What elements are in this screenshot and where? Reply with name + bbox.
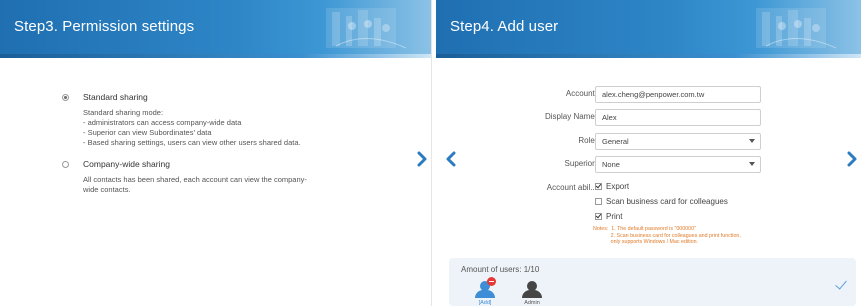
superior-select[interactable]: None: [595, 156, 761, 173]
print-label: Print: [606, 212, 623, 221]
users-panel: Amount of users: 1/10 [Add] Admin: [449, 258, 856, 306]
standard-sharing-description: Standard sharing mode: - administrators …: [83, 108, 301, 148]
admin-user-label: Admin: [524, 300, 540, 306]
step3-title: Step3. Permission settings: [14, 18, 195, 35]
export-checkbox[interactable]: [595, 183, 602, 190]
superior-row: Superior: None: [436, 156, 861, 173]
remove-badge-icon[interactable]: [487, 277, 496, 286]
superior-label: Superior:: [564, 159, 597, 168]
scan-for-colleagues-checkbox[interactable]: [595, 198, 602, 205]
description-line: All contacts has been shared, each accou…: [83, 175, 307, 184]
notes-line: 2. Scan business card for colleagues and…: [593, 232, 741, 239]
header-illustration: [756, 8, 837, 49]
role-value: General: [602, 137, 629, 146]
header-divider: [0, 54, 431, 58]
print-checkbox[interactable]: [595, 213, 602, 220]
standard-sharing-label: Standard sharing: [83, 92, 148, 102]
checkmark-icon[interactable]: [835, 277, 847, 290]
step4-panel: Step4. Add user Account: alex.cheng@penp…: [436, 0, 861, 306]
display-name-input[interactable]: Alex: [595, 109, 761, 126]
standard-sharing-radio[interactable]: [62, 94, 69, 101]
header-illustration: [326, 8, 407, 49]
account-label: Account:: [565, 89, 597, 98]
notes-line: Notes: 1. The default password is "00000…: [593, 226, 696, 232]
notes-line: only supports Windows / Mac edition.: [593, 239, 699, 246]
display-name-row: Display Name: Alex: [436, 109, 861, 126]
display-name-label: Display Name:: [544, 112, 597, 121]
user-icon-body: [475, 290, 495, 298]
step4-title: Step4. Add user: [450, 18, 559, 35]
description-line: - Based sharing settings, users can view…: [83, 138, 301, 147]
step4-header: Step4. Add user: [436, 0, 861, 58]
scan-for-colleagues-label: Scan business card for colleagues: [606, 197, 728, 206]
add-user-button[interactable]: [Add]: [473, 277, 497, 306]
company-wide-sharing-description: All contacts has been shared, each accou…: [83, 175, 307, 195]
add-user-label: [Add]: [478, 300, 492, 306]
account-ability-label: Account abil...: [546, 183, 597, 192]
company-wide-sharing-radio[interactable]: [62, 161, 69, 168]
company-wide-sharing-label: Company-wide sharing: [83, 159, 170, 169]
chevron-down-icon: [749, 139, 755, 143]
step3-header: Step3. Permission settings: [0, 0, 431, 58]
description-line: - administrators can access company-wide…: [83, 118, 242, 127]
chevron-down-icon: [749, 162, 755, 166]
account-input[interactable]: alex.cheng@penpower.com.tw: [595, 86, 761, 103]
description-line: - Superior can view Subordinates’ data: [83, 128, 212, 137]
role-row: Role: General: [436, 133, 861, 150]
description-line: Standard sharing mode:: [83, 108, 164, 117]
export-label: Export: [606, 182, 630, 191]
superior-value: None: [602, 160, 620, 169]
admin-user[interactable]: Admin: [520, 280, 544, 306]
chevron-right-icon[interactable]: [415, 150, 429, 168]
account-row: Account: alex.cheng@penpower.com.tw: [436, 86, 861, 103]
step3-panel: Step3. Permission settings Standard shar…: [0, 0, 432, 306]
account-ability-row: Account abil...: [436, 180, 861, 197]
header-divider: [436, 54, 861, 58]
role-select[interactable]: General: [595, 133, 761, 150]
users-count: Amount of users: 1/10: [461, 265, 540, 274]
description-line: wide contacts.: [83, 185, 131, 194]
notes-text: Notes: 1. The default password is "00000…: [593, 226, 741, 246]
user-icon-body: [522, 290, 542, 298]
